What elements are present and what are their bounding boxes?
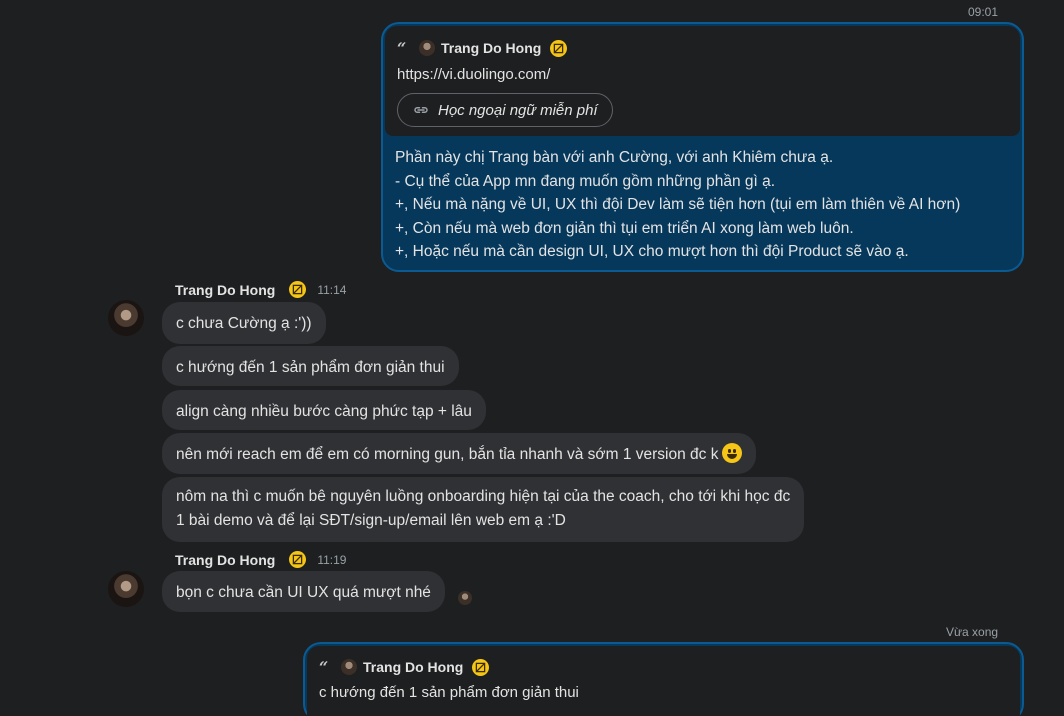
- quote-icon: “: [319, 657, 329, 677]
- sender-name[interactable]: Trang Do Hong: [175, 552, 275, 568]
- sender-name[interactable]: Trang Do Hong: [175, 282, 275, 298]
- message-time: 11:14: [317, 282, 347, 297]
- incoming-message[interactable]: nên mới reach em để em có morning gun, b…: [162, 433, 757, 474]
- link-preview-chip[interactable]: Học ngoại ngữ miễn phí: [397, 93, 613, 127]
- quote-author: Trang Do Hong: [441, 40, 542, 56]
- chat-thread: 09:01 “ Trang Do Hong https://vi.duoling…: [0, 0, 1064, 716]
- quoted-text: c hướng đến 1 sản phẩm đơn giản thui: [319, 684, 579, 701]
- message-timestamp: 09:01: [968, 5, 999, 19]
- message-text: Phần này chị Trang bàn với anh Cường, vớ…: [395, 149, 961, 260]
- quote-icon: “: [397, 38, 407, 58]
- quoted-message[interactable]: “ Trang Do Hong https://vi.duolingo.com/…: [385, 26, 1020, 136]
- message-text: nên mới reach em để em có morning gun, b…: [176, 446, 719, 463]
- sender-header: Trang Do Hong 11:14: [175, 281, 346, 298]
- link-icon: [414, 107, 428, 113]
- link-title: Học ngoại ngữ miễn phí: [438, 101, 598, 119]
- read-receipt-avatar: [458, 591, 472, 605]
- incoming-message[interactable]: c hướng đến 1 sản phẩm đơn giản thui: [162, 346, 459, 386]
- avatar: [341, 659, 357, 675]
- incoming-message[interactable]: bọn c chưa cần UI UX quá mượt nhé: [162, 571, 445, 612]
- outgoing-message[interactable]: “ Trang Do Hong https://vi.duolingo.com/…: [381, 22, 1024, 272]
- incoming-message[interactable]: c chưa Cường ạ :')): [162, 302, 326, 344]
- avatar[interactable]: [108, 571, 144, 607]
- sender-header: Trang Do Hong 11:19: [175, 551, 346, 568]
- bot-badge-icon: [550, 39, 568, 57]
- message-timestamp: Vừa xong: [946, 625, 999, 639]
- quote-header: “ Trang Do Hong: [319, 656, 490, 678]
- avatar[interactable]: [108, 300, 144, 336]
- quote-author: Trang Do Hong: [363, 659, 464, 675]
- bot-badge-icon: [289, 551, 307, 568]
- grinning-emoji-icon: [722, 443, 743, 463]
- avatar: [419, 40, 435, 56]
- outgoing-message[interactable]: “ Trang Do Hong c hướng đến 1 sản phẩm đ…: [303, 642, 1024, 716]
- quote-header: “ Trang Do Hong: [397, 37, 568, 59]
- incoming-message[interactable]: align càng nhiều bước càng phức tạp + lâ…: [162, 390, 486, 430]
- link-url[interactable]: https://vi.duolingo.com/: [397, 66, 550, 83]
- bot-badge-icon: [289, 281, 307, 298]
- message-time: 11:19: [317, 552, 347, 567]
- quoted-message[interactable]: “ Trang Do Hong c hướng đến 1 sản phẩm đ…: [307, 646, 1020, 716]
- incoming-message[interactable]: nôm na thì c muốn bê nguyên luồng onboar…: [162, 477, 805, 542]
- bot-badge-icon: [472, 658, 490, 676]
